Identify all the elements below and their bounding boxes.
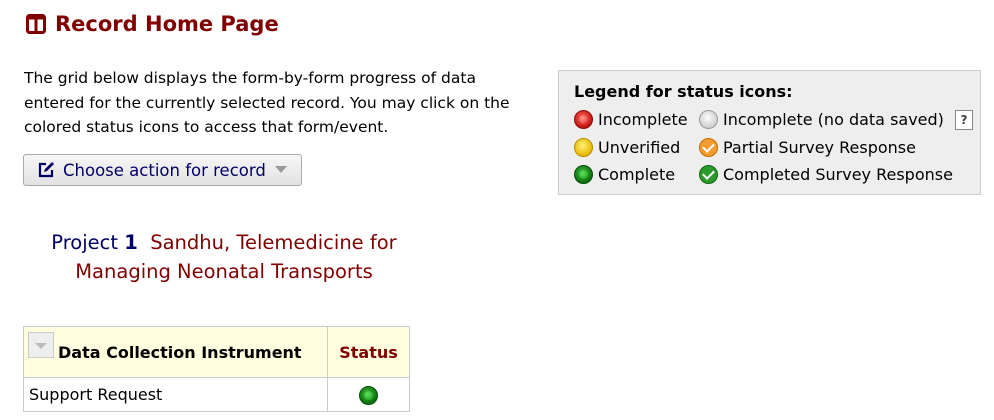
column-header-label: Data Collection Instrument xyxy=(58,342,302,362)
legend-item-incomplete-no-data: Incomplete (no data saved) ? xyxy=(699,109,973,130)
project-number: 1 xyxy=(124,231,138,254)
edit-icon xyxy=(38,162,54,178)
legend-title: Legend for status icons: xyxy=(574,82,793,101)
gray-circle-icon xyxy=(699,110,718,130)
status-legend: Legend for status icons: Incomplete Inco… xyxy=(558,70,981,195)
intro-text: The grid below displays the form-by-form… xyxy=(24,69,510,136)
legend-item-complete: Complete xyxy=(574,165,699,185)
column-header-status: Status xyxy=(327,326,410,378)
choose-action-button[interactable]: Choose action for record xyxy=(23,154,302,186)
legend-label: Partial Survey Response xyxy=(723,137,916,157)
legend-item-partial-survey: Partial Survey Response xyxy=(699,137,916,157)
instrument-grid: Data Collection Instrument Status Suppor… xyxy=(23,326,410,412)
collapse-toggle-button[interactable] xyxy=(28,332,54,358)
column-header-instrument: Data Collection Instrument xyxy=(23,326,328,378)
legend-item-unverified: Unverified xyxy=(574,137,699,157)
yellow-circle-icon xyxy=(574,137,593,157)
orange-check-circle-icon xyxy=(699,137,718,157)
chevron-down-icon xyxy=(275,165,287,173)
legend-item-completed-survey: Completed Survey Response xyxy=(699,165,953,185)
status-complete-icon[interactable] xyxy=(359,385,378,405)
legend-label: Incomplete xyxy=(598,110,688,130)
green-check-circle-icon xyxy=(699,165,718,185)
columns-icon xyxy=(26,14,46,34)
red-circle-icon xyxy=(574,110,593,130)
status-cell xyxy=(327,377,410,412)
legend-label: Incomplete (no data saved) xyxy=(723,110,944,130)
green-circle-icon xyxy=(574,165,593,185)
help-icon[interactable]: ? xyxy=(954,109,973,130)
form-name-cell: Support Request xyxy=(23,377,328,412)
legend-label: Completed Survey Response xyxy=(723,165,953,185)
page-title: Record Home Page xyxy=(26,12,279,36)
table-row: Support Request xyxy=(23,377,410,412)
legend-item-incomplete: Incomplete xyxy=(574,110,699,130)
choose-action-label: Choose action for record xyxy=(63,160,266,180)
legend-label: Unverified xyxy=(598,137,681,157)
project-label: Project xyxy=(51,231,119,254)
legend-label: Complete xyxy=(598,165,676,185)
page-title-text: Record Home Page xyxy=(55,12,279,36)
project-heading: Project 1 Sandhu, Telemedicine for Manag… xyxy=(24,228,424,286)
